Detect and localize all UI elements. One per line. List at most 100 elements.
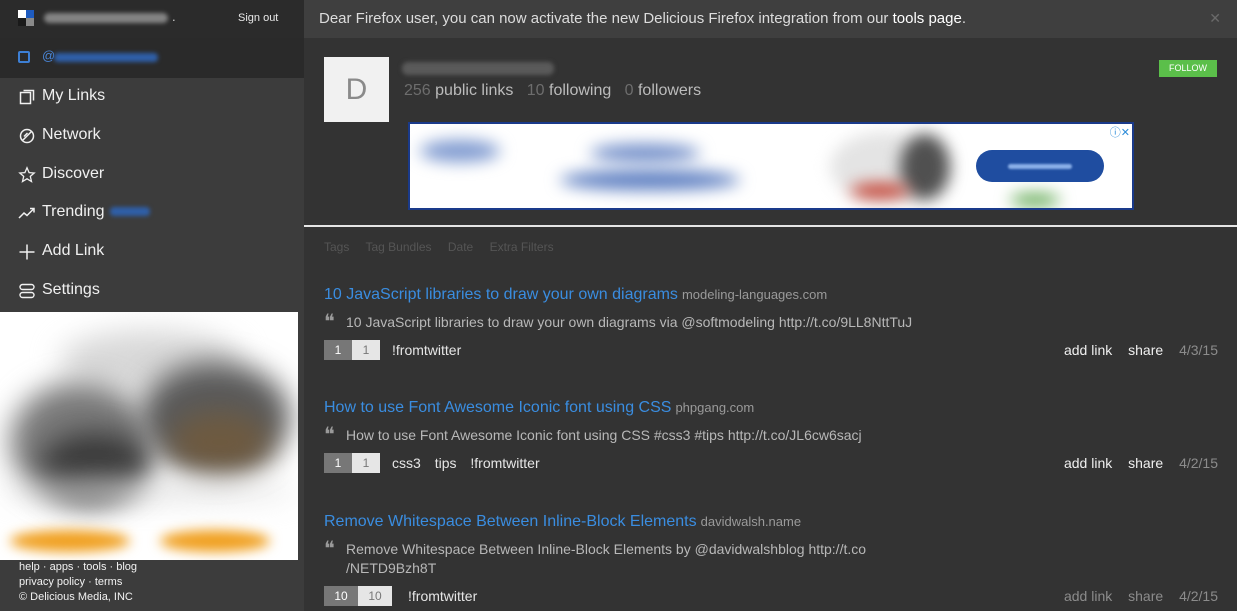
following-label[interactable]: following xyxy=(549,82,611,99)
footer-link-apps[interactable]: apps xyxy=(50,561,74,573)
sidebar-item-label: My Links xyxy=(42,87,106,104)
filter-tags[interactable]: Tags xyxy=(324,240,349,254)
tag[interactable]: tips xyxy=(435,455,457,471)
top-bar: . Sign out xyxy=(0,0,304,38)
sidebar-item-add-link[interactable]: Add Link xyxy=(0,233,304,271)
save-count[interactable]: 10 xyxy=(324,586,358,606)
link-actions: add link share 4/2/15 xyxy=(1052,455,1218,471)
sidebar-item-label: Settings xyxy=(42,281,100,298)
tag-list: !fromtwitter xyxy=(392,342,471,358)
sidebar: . Sign out @ My Links Network Discover T… xyxy=(0,0,304,611)
star-icon xyxy=(18,166,36,183)
save-counts: 11 xyxy=(324,340,380,360)
link-title[interactable]: 10 JavaScript libraries to draw your own… xyxy=(324,286,678,303)
profile-stats: 256 public links 10 following 0 follower… xyxy=(404,82,701,100)
settings-icon xyxy=(19,283,35,299)
tag[interactable]: css3 xyxy=(392,455,421,471)
profile-name-redacted xyxy=(402,62,554,75)
followers-count: 0 xyxy=(624,82,634,99)
notice-period: . xyxy=(961,10,967,27)
account-icon xyxy=(18,51,30,63)
filter-extra[interactable]: Extra Filters xyxy=(490,240,554,254)
link-meta: 10 10 !fromtwitter add link share 4/2/15 xyxy=(324,586,1218,606)
tag-list: css3 tips !fromtwitter xyxy=(392,455,550,471)
link-domain: modeling-languages.com xyxy=(681,287,828,302)
link-title[interactable]: Remove Whitespace Between Inline-Block E… xyxy=(324,513,697,530)
trending-badge-redacted xyxy=(110,207,150,216)
account-row[interactable]: @ xyxy=(0,38,304,78)
add-link-button[interactable]: add link xyxy=(1064,455,1112,471)
save-count[interactable]: 1 xyxy=(324,453,352,473)
footer-copyright: © Delicious Media, INC xyxy=(19,591,133,603)
sidebar-footer: help · apps · tools · blog privacy polic… xyxy=(19,561,138,603)
add-link-button[interactable]: add link xyxy=(1064,588,1112,604)
close-icon[interactable]: ✕ xyxy=(1209,10,1221,27)
filter-bar: Tags Tag Bundles Date Extra Filters xyxy=(324,240,567,254)
tag[interactable]: !fromtwitter xyxy=(392,342,461,358)
sidebar-item-my-links[interactable]: My Links xyxy=(0,78,304,116)
link-note: ❝ Remove Whitespace Between Inline-Block… xyxy=(324,536,936,578)
footer-link-help[interactable]: help xyxy=(19,561,40,573)
footer-link-terms[interactable]: terms xyxy=(95,576,123,588)
avatar: D xyxy=(324,57,389,122)
link-note-text: Remove Whitespace Between Inline-Block E… xyxy=(346,541,867,576)
sidebar-item-label: Discover xyxy=(42,165,105,182)
tag[interactable]: !fromtwitter xyxy=(408,588,477,604)
link-date: 4/2/15 xyxy=(1179,455,1218,471)
link-note-text: How to use Font Awesome Iconic font usin… xyxy=(346,427,862,443)
followers-label[interactable]: followers xyxy=(638,82,701,99)
network-count[interactable]: 10 xyxy=(358,586,392,606)
username-dot: . xyxy=(172,9,176,24)
link-note-text: 10 JavaScript libraries to draw your own… xyxy=(346,314,913,330)
sidebar-item-label: Trending xyxy=(42,203,105,220)
footer-link-blog[interactable]: blog xyxy=(116,561,137,573)
save-counts: 10 10 xyxy=(324,586,392,606)
tools-page-link[interactable]: tools page xyxy=(893,10,962,27)
link-meta: 11 !fromtwitter add link share 4/3/15 xyxy=(324,340,1218,360)
link-actions: add link share 4/2/15 xyxy=(1052,588,1218,604)
sidebar-item-discover[interactable]: Discover xyxy=(0,156,304,194)
notice-message: Dear Firefox user, you can now activate … xyxy=(319,10,893,27)
trending-icon xyxy=(18,207,35,219)
divider xyxy=(304,225,1237,227)
network-count[interactable]: 1 xyxy=(352,340,380,360)
network-count[interactable]: 1 xyxy=(352,453,380,473)
save-count[interactable]: 1 xyxy=(324,340,352,360)
footer-link-tools[interactable]: tools xyxy=(83,561,106,573)
link-meta: 11 css3 tips !fromtwitter add link share… xyxy=(324,453,1218,473)
banner-advertisement[interactable]: ⓘ✕ xyxy=(408,122,1134,210)
plus-icon xyxy=(19,244,35,260)
share-button[interactable]: share xyxy=(1128,342,1163,358)
save-counts: 11 xyxy=(324,453,380,473)
list-item: 10 JavaScript libraries to draw your own… xyxy=(324,286,1218,360)
link-note: ❝ 10 JavaScript libraries to draw your o… xyxy=(324,311,1218,332)
follow-button[interactable]: FOLLOW xyxy=(1159,60,1217,77)
sidebar-item-settings[interactable]: Settings xyxy=(0,272,304,310)
link-title[interactable]: How to use Font Awesome Iconic font usin… xyxy=(324,399,671,416)
public-links-count: 256 xyxy=(404,82,431,99)
sidebar-item-trending[interactable]: Trending xyxy=(0,194,304,232)
sidebar-item-label: Network xyxy=(42,126,101,143)
sidebar-item-network[interactable]: Network xyxy=(0,117,304,155)
quote-icon: ❝ xyxy=(324,536,335,560)
sidebar-item-label: Add Link xyxy=(42,242,105,259)
public-links-label[interactable]: public links xyxy=(435,82,513,99)
username-redacted xyxy=(44,13,168,23)
network-icon xyxy=(19,128,35,144)
link-note: ❝ How to use Font Awesome Iconic font us… xyxy=(324,422,1218,446)
notice-bar: Dear Firefox user, you can now activate … xyxy=(304,0,1237,38)
add-link-button[interactable]: add link xyxy=(1064,342,1112,358)
sidebar-advertisement[interactable] xyxy=(0,312,298,560)
filter-tag-bundles[interactable]: Tag Bundles xyxy=(365,240,431,254)
sign-out-link[interactable]: Sign out xyxy=(238,12,278,24)
share-button[interactable]: share xyxy=(1128,588,1163,604)
ad-choices-icon[interactable]: ⓘ✕ xyxy=(1110,124,1130,140)
tag-list: !fromtwitter xyxy=(408,588,487,604)
footer-link-privacy[interactable]: privacy policy xyxy=(19,576,85,588)
tag[interactable]: !fromtwitter xyxy=(470,455,539,471)
quote-icon: ❝ xyxy=(324,422,335,446)
share-button[interactable]: share xyxy=(1128,455,1163,471)
delicious-logo[interactable] xyxy=(18,10,34,26)
following-count: 10 xyxy=(526,82,545,99)
filter-date[interactable]: Date xyxy=(448,240,473,254)
